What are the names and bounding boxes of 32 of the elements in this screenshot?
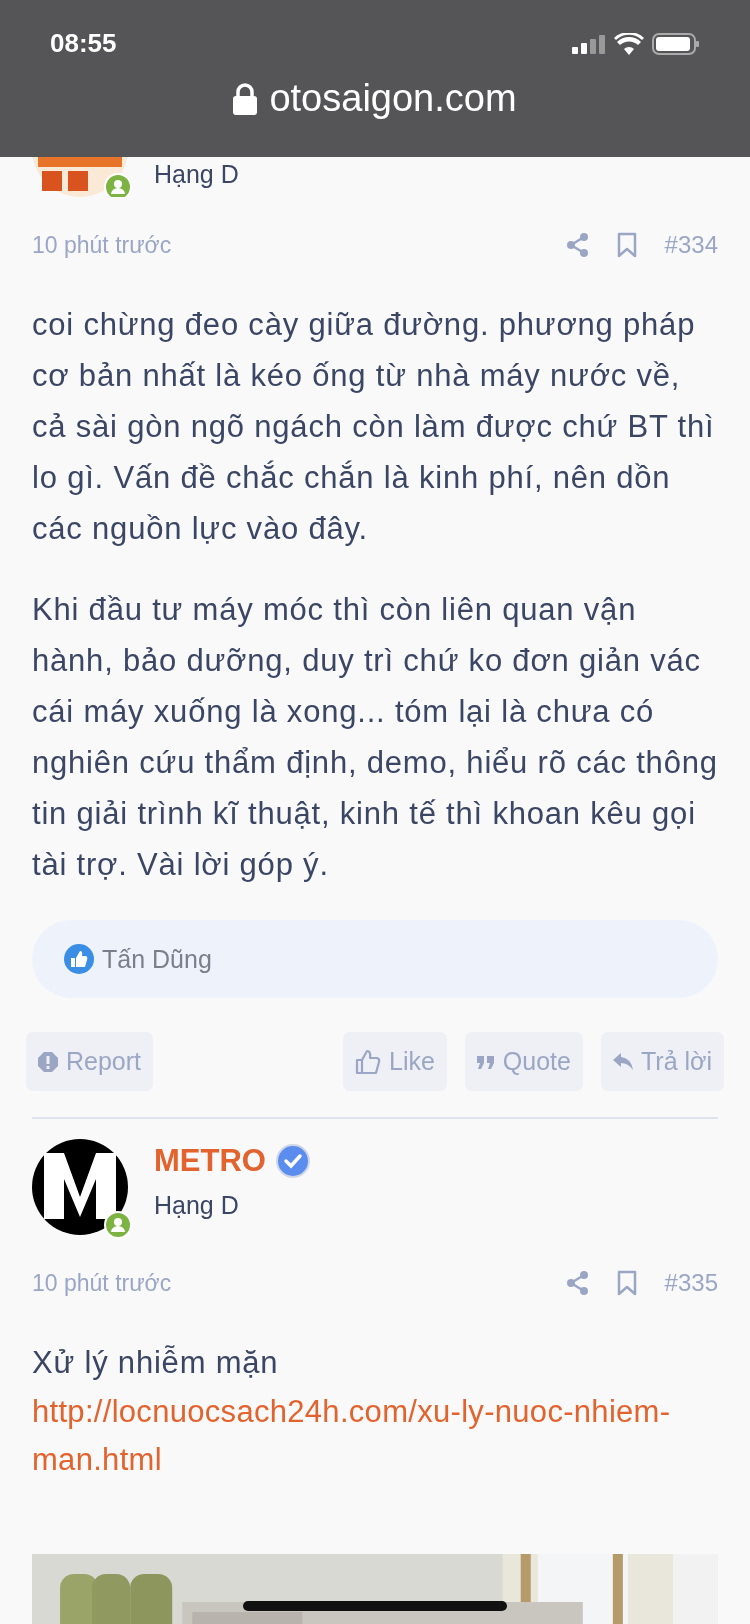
status-time: 08:55	[50, 28, 117, 59]
bookmark-icon[interactable]	[616, 232, 637, 258]
like-button[interactable]: Like	[343, 1032, 447, 1091]
quote-button[interactable]: Quote	[464, 1032, 583, 1091]
avatar[interactable]	[32, 1139, 128, 1235]
author-name[interactable]: METRO	[154, 1143, 266, 1179]
share-icon[interactable]	[566, 1271, 589, 1295]
post-time: 10 phút trước	[32, 231, 173, 259]
post-time: 10 phút trước	[32, 1269, 173, 1297]
reply-button[interactable]: Trả lời	[600, 1032, 724, 1091]
url-text[interactable]: otosaigon.com	[269, 77, 517, 120]
post-text: Khi đầu tư máy móc thì còn liên quan vận hành, bảo dưỡng, duy trì chứ ko đơn giản vác cái máy xuống là xong... tóm lại là chưa có nghiên cứu thẩm định, demo, hiểu rõ các thông tin giải trình kĩ thuật, kinh tế thì khoan kêu gọi tài trợ. Vài lời góp ý.	[32, 591, 718, 884]
reply-icon	[612, 1052, 633, 1071]
quote-icon	[476, 1053, 495, 1070]
reactions-bar[interactable]: Tấn Dũng	[32, 920, 718, 998]
signal-icon	[572, 33, 606, 54]
post-text: Xử lý nhiễm mặn	[32, 1344, 280, 1382]
bookmark-icon[interactable]	[616, 1270, 637, 1296]
reactor-name[interactable]: Tấn Dũng	[102, 944, 212, 974]
post-link[interactable]: http://locnuocsach24h.com/xu-ly-nuoc-nhiem-man.html	[32, 1388, 718, 1484]
post-text: coi chừng đeo cày giữa đường. phương pháp cơ bản nhất là kéo ống từ nhà máy nước về, cả sài gòn ngõ ngách còn làm được chứ BT thì lo gì. Vấn đề chắc chắn là kinh phí, nên dồn các nguồn lực vào đây.	[32, 306, 716, 548]
alert-icon	[38, 1051, 58, 1072]
post-number[interactable]: #334	[664, 231, 718, 259]
user-rank: Hạng D	[154, 160, 239, 189]
like-reaction-icon	[64, 944, 94, 974]
share-icon[interactable]	[566, 233, 589, 257]
user-rank: Hạng D	[154, 1191, 240, 1220]
battery-icon	[652, 32, 700, 55]
post-number[interactable]: #335	[664, 1269, 718, 1297]
wifi-icon	[614, 32, 644, 55]
report-button[interactable]: Report	[26, 1032, 154, 1091]
thumbs-up-icon	[355, 1048, 381, 1075]
